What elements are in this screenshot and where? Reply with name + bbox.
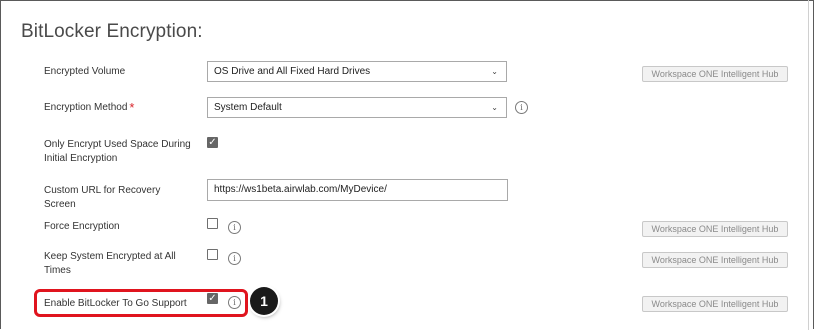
scrollbar-track xyxy=(808,0,809,330)
keep-encrypted-checkbox[interactable] xyxy=(207,249,218,260)
section-title: BitLocker Encryption: xyxy=(21,21,203,42)
only-used-space-label: Only Encrypt Used Space During Initial E… xyxy=(44,139,191,164)
encrypted-volume-label: Encrypted Volume xyxy=(44,66,126,77)
encrypted-volume-select[interactable]: OS Drive and All Fixed Hard Drives ⌄ xyxy=(207,61,507,82)
custom-url-label: Custom URL for Recovery Screen xyxy=(44,185,161,210)
custom-url-input[interactable]: https://ws1beta.airwlab.com/MyDevice/ xyxy=(207,179,508,201)
encryption-method-label: Encryption Method * xyxy=(44,100,135,115)
required-marker: * xyxy=(129,100,135,115)
chevron-down-icon: ⌄ xyxy=(491,67,498,76)
encryption-method-value: System Default xyxy=(214,102,282,113)
info-icon[interactable]: i xyxy=(515,101,528,114)
checkmark-icon: ✓ xyxy=(208,137,217,148)
callout-number-badge: 1 xyxy=(250,287,278,315)
only-used-space-checkbox[interactable]: ✓ xyxy=(207,137,218,148)
encryption-method-select[interactable]: System Default ⌄ xyxy=(207,97,507,118)
callout-highlight-box xyxy=(34,289,248,317)
chevron-down-icon: ⌄ xyxy=(491,103,498,112)
keep-encrypted-label: Keep System Encrypted at All Times xyxy=(44,251,176,276)
hub-badge-bitlocker-to-go: Workspace ONE Intelligent Hub xyxy=(642,296,788,312)
hub-badge-keep-encrypted: Workspace ONE Intelligent Hub xyxy=(642,252,788,268)
info-icon[interactable]: i xyxy=(228,252,241,265)
hub-badge-encrypted-volume: Workspace ONE Intelligent Hub xyxy=(642,66,788,82)
force-encryption-checkbox[interactable] xyxy=(207,218,218,229)
hub-badge-force-encryption: Workspace ONE Intelligent Hub xyxy=(642,221,788,237)
encrypted-volume-value: OS Drive and All Fixed Hard Drives xyxy=(214,66,371,77)
info-icon[interactable]: i xyxy=(228,221,241,234)
force-encryption-label: Force Encryption xyxy=(44,221,120,232)
